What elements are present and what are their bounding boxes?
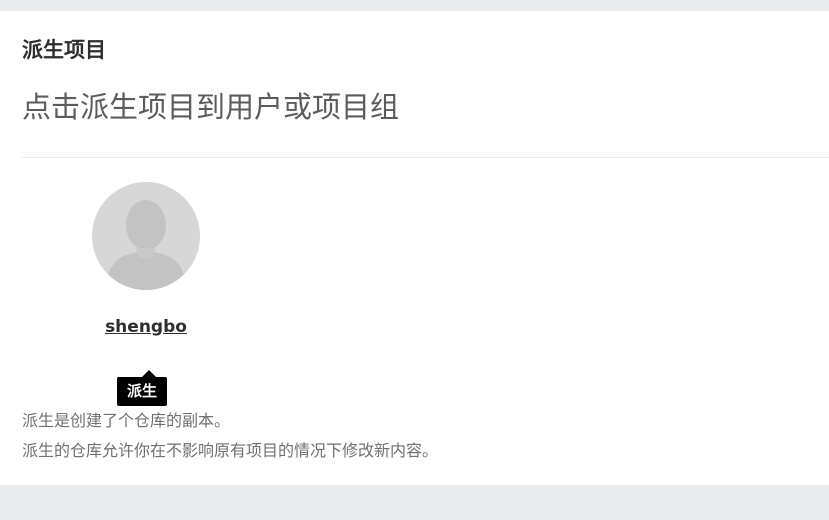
fork-help-text-2: 派生的仓库允许你在不影响原有项目的情况下修改新内容。 [22,441,439,460]
page-subtitle: 点击派生项目到用户或项目组 [22,90,400,124]
user-avatar-placeholder-icon[interactable] [92,182,200,290]
tooltip-arrow [142,370,156,377]
namespace-name[interactable]: shengbo [90,317,202,337]
fork-tooltip: 派生 [117,377,168,406]
avatar-silhouette [92,182,200,290]
page-title: 派生项目 [22,38,106,62]
fork-project-panel: 派生项目 点击派生项目到用户或项目组 shengbo 派生是创建了个仓库的副本。… [0,11,829,485]
fork-help-text-1: 派生是创建了个仓库的副本。 [22,411,231,430]
namespace-item-shengbo[interactable]: shengbo [90,182,202,352]
fork-page: 派生项目 点击派生项目到用户或项目组 shengbo 派生是创建了个仓库的副本。… [0,0,829,520]
divider [22,157,829,158]
